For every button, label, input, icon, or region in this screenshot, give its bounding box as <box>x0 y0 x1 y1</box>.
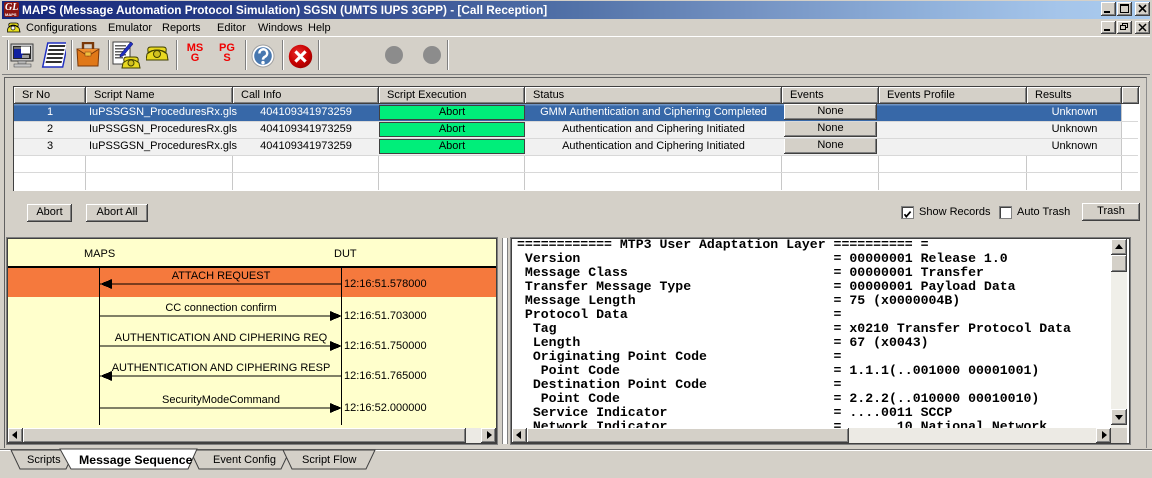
svg-text:Scripts: Scripts <box>27 454 61 466</box>
svg-text:Event Config: Event Config <box>213 454 276 466</box>
svg-text:Script Flow: Script Flow <box>302 454 356 466</box>
svg-text:Message Sequence: Message Sequence <box>79 453 193 467</box>
